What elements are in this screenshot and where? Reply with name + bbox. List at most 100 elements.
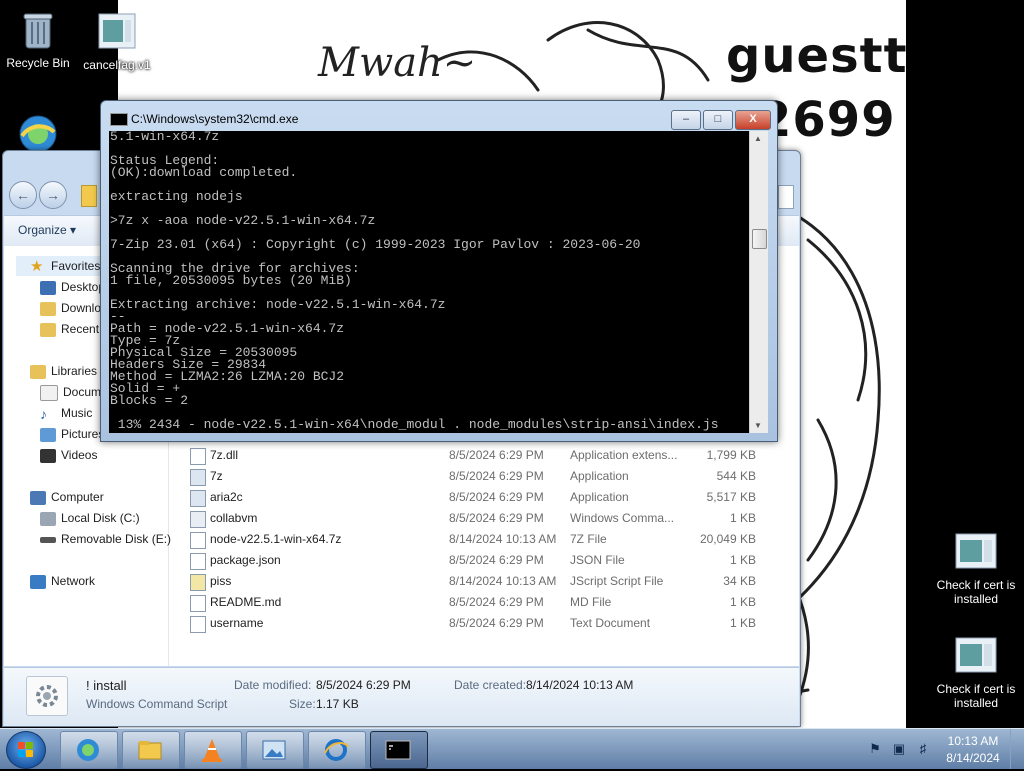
details-modified-value: 8/5/2024 6:29 PM [316, 678, 411, 692]
file-name: username [210, 616, 264, 630]
file-size: 34 KB [723, 574, 756, 588]
nav-item-computer[interactable]: Computer [30, 487, 104, 507]
table-row[interactable]: 7z.dll 8/5/2024 6:29 PM Application exte… [184, 445, 784, 466]
recycle-bin-label: Recycle Bin [6, 56, 70, 70]
nav-item-music[interactable]: ♪ Music [40, 403, 92, 423]
nav-item-desktop[interactable]: Desktop [40, 277, 105, 297]
file-name: collabvm [210, 511, 258, 525]
minimize-button[interactable]: – [671, 110, 701, 130]
file-icon [190, 532, 206, 549]
browser-icon [77, 739, 99, 761]
table-row[interactable]: piss 8/14/2024 10:13 AM JScript Script F… [184, 571, 784, 592]
file-date: 8/5/2024 6:29 PM [449, 490, 544, 504]
nav-item-recent[interactable]: Recent [40, 319, 99, 339]
nav-label: Favorites [51, 259, 101, 273]
file-type: Application [570, 469, 629, 483]
clock-date[interactable]: 8/14/2024 [946, 751, 1000, 765]
desktop-icon-cert-check-1[interactable]: Check if cert is installed [936, 530, 1016, 606]
nav-item-removable[interactable]: Removable Disk (E:) [40, 529, 171, 549]
show-desktop-button[interactable] [1010, 729, 1024, 769]
recent-places-icon [40, 322, 56, 337]
details-pane: ! install Windows Command Script Date mo… [4, 667, 799, 726]
wallpaper-handwriting: Mwah~ [318, 40, 477, 86]
table-row[interactable]: collabvm 8/5/2024 6:29 PM Windows Comma.… [184, 508, 784, 529]
back-button[interactable]: ← [9, 181, 37, 209]
recycle-bin-icon [16, 8, 60, 52]
nav-item-libraries[interactable]: Libraries [30, 361, 97, 381]
scrollbar[interactable]: ▲ ▼ [749, 131, 768, 433]
table-row[interactable]: 7z 8/5/2024 6:29 PM Application 544 KB [184, 466, 784, 487]
details-modified-label: Date modified: [234, 678, 312, 692]
nav-item-pictures[interactable]: Pictures [40, 424, 104, 444]
scroll-up-icon[interactable]: ▲ [754, 134, 762, 143]
file-name: README.md [210, 595, 282, 609]
table-row[interactable]: node-v22.5.1-win-x64.7z 8/14/2024 10:13 … [184, 529, 784, 550]
desktop-icon [40, 280, 56, 295]
script-icon [190, 574, 206, 591]
file-name: node-v22.5.1-win-x64.7z [210, 532, 342, 546]
maximize-button[interactable]: □ [703, 110, 733, 130]
taskbar-media-player[interactable] [184, 731, 242, 769]
action-center-icon[interactable]: ⚑ [868, 742, 882, 756]
file-date: 8/5/2024 6:29 PM [449, 553, 544, 567]
table-row[interactable]: README.md 8/5/2024 6:29 PM MD File 1 KB [184, 592, 784, 613]
taskbar-browser[interactable] [60, 731, 118, 769]
console-text: 5.1-win-x64.7z Status Legend: (OK):downl… [110, 131, 719, 432]
file-name: 7z.dll [210, 448, 239, 462]
scrollbar-thumb[interactable] [752, 229, 767, 249]
nav-label: Local Disk (C:) [61, 511, 140, 525]
taskbar-internet-explorer[interactable] [308, 731, 366, 769]
file-type: Text Document [570, 616, 651, 630]
console-output[interactable]: 5.1-win-x64.7z Status Legend: (OK):downl… [109, 131, 749, 433]
gear-icon [26, 676, 68, 716]
cmd-window[interactable]: C:\Windows\system32\cmd.exe – □ X 5.1-wi… [100, 100, 778, 442]
file-icon [954, 634, 998, 678]
taskbar-photos[interactable] [246, 731, 304, 769]
desktop-icon-recycle-bin[interactable]: Recycle Bin [1, 8, 75, 70]
star-icon: ★ [30, 257, 44, 275]
nav-label: Removable Disk (E:) [61, 532, 172, 546]
clock-time[interactable]: 10:13 AM [946, 734, 1000, 748]
organize-button[interactable]: Organize ▾ [18, 223, 76, 237]
search-input[interactable] [778, 185, 794, 209]
hard-drive-icon [40, 511, 56, 526]
desktop-icon-cert-check-2[interactable]: Check if cert is installed [936, 634, 1016, 710]
nav-item-local-disk[interactable]: Local Disk (C:) [40, 508, 140, 528]
traffic-cone-icon [202, 739, 222, 762]
nav-item-documents[interactable]: Docume [40, 382, 108, 402]
system-tray: ⚑ ▣ ♯ [864, 729, 1024, 769]
taskbar-cmd[interactable] [370, 731, 428, 769]
file-type: Application extens... [570, 448, 678, 462]
network-icon [30, 574, 46, 589]
internet-explorer-icon [324, 739, 349, 761]
folder-icon [81, 185, 97, 207]
nav-label: Pictures [61, 427, 105, 441]
start-button[interactable] [6, 731, 46, 769]
volume-icon[interactable]: ♯ [916, 742, 930, 756]
nav-label: Videos [61, 448, 98, 462]
documents-icon [40, 384, 58, 401]
taskbar-explorer[interactable] [122, 731, 180, 769]
table-row[interactable]: username 8/5/2024 6:29 PM Text Document … [184, 613, 784, 634]
nav-label: Recent [61, 322, 100, 336]
application-icon [190, 469, 206, 486]
nav-label: Libraries [51, 364, 98, 378]
text-file-icon [190, 616, 206, 633]
table-row[interactable]: package.json 8/5/2024 6:29 PM JSON File … [184, 550, 784, 571]
file-size: 544 KB [716, 469, 756, 483]
nav-label: Downlo [61, 301, 102, 315]
scroll-down-icon[interactable]: ▼ [754, 421, 762, 430]
network-icon[interactable]: ▣ [892, 742, 906, 756]
close-button[interactable]: X [735, 110, 771, 130]
file-icon [190, 553, 206, 570]
forward-button[interactable]: → [39, 181, 67, 209]
nav-item-videos[interactable]: Videos [40, 445, 97, 465]
cert-check-1-label: Check if cert is installed [936, 578, 1016, 606]
usb-drive-icon [40, 536, 56, 543]
file-type: Application [570, 490, 629, 504]
nav-label: Network [51, 574, 96, 588]
nav-item-downloads[interactable]: Downlo [40, 298, 101, 318]
nav-item-network[interactable]: Network [30, 571, 95, 591]
desktop-icon-cancel-file[interactable]: cancelfag.v1 [80, 10, 154, 72]
table-row[interactable]: aria2c 8/5/2024 6:29 PM Application 5,51… [184, 487, 784, 508]
